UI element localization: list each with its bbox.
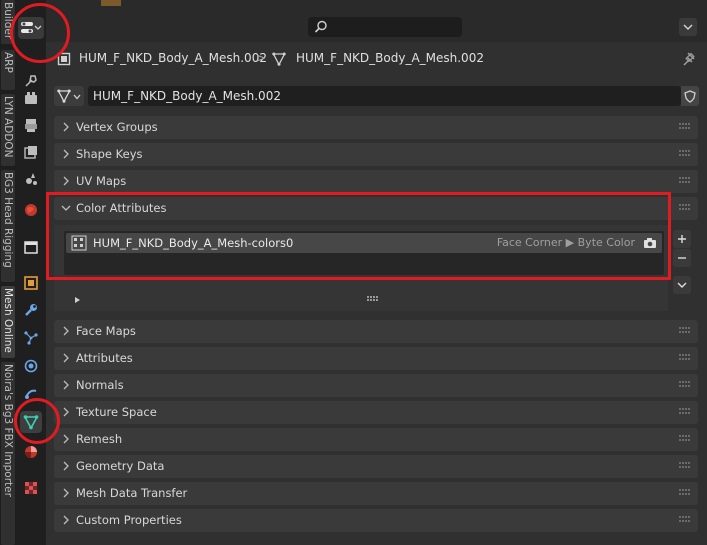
tab-arp[interactable]: ARP: [1, 50, 15, 90]
chevron-down-icon: [677, 282, 687, 288]
panel-shape-keys[interactable]: Shape Keys: [54, 143, 698, 166]
modifier-icon: [25, 304, 37, 316]
chevron-right-icon: [63, 326, 69, 336]
panel-uv-maps[interactable]: UV Maps: [54, 170, 698, 193]
search-field[interactable]: [308, 17, 462, 37]
material-tab[interactable]: [20, 441, 42, 463]
addon-tabs-strip: Builder ARP LYN ADDON BG3 Head Rigging M…: [0, 0, 16, 545]
object-icon: [24, 276, 38, 290]
options-dropdown-button[interactable]: [679, 18, 697, 36]
highlight-circle-annotation-data-tab: [14, 398, 60, 444]
chevron-down-icon: [73, 94, 81, 100]
highlight-rectangle-annotation: [46, 192, 671, 280]
panel-texture-space[interactable]: Texture Space: [54, 401, 698, 424]
chevron-right-icon: [63, 434, 69, 444]
chevron-down-icon: [683, 24, 693, 31]
panel-normals[interactable]: Normals: [54, 374, 698, 397]
drag-handle-icon[interactable]: [679, 462, 691, 470]
chevron-right-icon: [63, 515, 69, 525]
output-icon: [25, 119, 37, 132]
highlight-circle-annotation-editor-type: [10, 3, 70, 63]
texture-icon: [25, 482, 37, 494]
list-resize-handle-icon[interactable]: [367, 296, 379, 302]
panel-attributes[interactable]: Attributes: [54, 347, 698, 370]
drag-handle-icon[interactable]: [679, 177, 691, 185]
shield-icon: [684, 89, 696, 103]
world-icon: [25, 204, 37, 216]
texture-tab[interactable]: [20, 477, 42, 499]
collection-icon: [24, 241, 38, 254]
color-attribute-specials-menu[interactable]: [673, 276, 691, 294]
search-icon: [314, 20, 327, 33]
collection-tab[interactable]: [20, 236, 42, 258]
world-tab[interactable]: [20, 199, 42, 221]
chevron-right-icon: [63, 407, 69, 417]
physics-tab[interactable]: [20, 355, 42, 377]
panel-custom-properties[interactable]: Custom Properties: [54, 509, 698, 532]
material-icon: [25, 446, 37, 458]
fake-user-button[interactable]: [681, 86, 699, 106]
mesh-name-field[interactable]: HUM_F_NKD_Body_A_Mesh.002: [88, 86, 681, 106]
outliner-fragment: [101, 0, 121, 6]
modifier-tab[interactable]: [20, 299, 42, 321]
properties-header: [46, 0, 707, 42]
tab-mesh-online[interactable]: Mesh Online: [1, 286, 15, 358]
physics-icon: [24, 359, 38, 373]
view-layer-icon: [24, 146, 37, 159]
chevron-right-icon: [63, 353, 69, 363]
panel-face-maps[interactable]: Face Maps: [54, 320, 698, 343]
properties-tab-bar: [16, 0, 46, 545]
drag-handle-icon[interactable]: [679, 354, 691, 362]
minus-icon: [678, 257, 686, 259]
scene-tab[interactable]: [20, 168, 42, 190]
panel-geometry-data[interactable]: Geometry Data: [54, 455, 698, 478]
mesh-breadcrumb-icon: [272, 52, 286, 66]
chevron-right-icon: [63, 176, 69, 186]
add-color-attribute-button[interactable]: [673, 230, 691, 248]
drag-handle-icon[interactable]: [679, 327, 691, 335]
drag-handle-icon[interactable]: [679, 408, 691, 416]
drag-handle-icon[interactable]: [679, 381, 691, 389]
breadcrumb-object-name: HUM_F_NKD_Body_A_Mesh.002: [79, 51, 267, 65]
render-tab[interactable]: [20, 87, 42, 109]
tab-lyn-addon[interactable]: LYN ADDON: [1, 94, 15, 166]
drag-handle-icon[interactable]: [679, 204, 691, 212]
mesh-data-icon: [57, 89, 71, 103]
scene-icon: [26, 173, 37, 185]
particles-icon: [24, 331, 38, 345]
breadcrumb-mesh-name: HUM_F_NKD_Body_A_Mesh.002: [296, 51, 484, 65]
object-tab[interactable]: [20, 272, 42, 294]
mesh-datablock-row: HUM_F_NKD_Body_A_Mesh.002: [54, 85, 699, 107]
particles-tab[interactable]: [20, 327, 42, 349]
drag-handle-icon[interactable]: [679, 435, 691, 443]
view-layer-tab[interactable]: [20, 141, 42, 163]
chevron-right-icon: [63, 380, 69, 390]
render-icon: [25, 92, 37, 104]
panel-remesh[interactable]: Remesh: [54, 428, 698, 451]
chevron-right-icon: [63, 488, 69, 498]
drag-handle-icon[interactable]: [679, 123, 691, 131]
drag-handle-icon[interactable]: [679, 516, 691, 524]
panel-mesh-data-transfer[interactable]: Mesh Data Transfer: [54, 482, 698, 505]
drag-handle-icon[interactable]: [679, 150, 691, 158]
mesh-browse-button[interactable]: [54, 86, 84, 106]
tab-noiras-bg3-fbx-importer[interactable]: Noira's Bg3 FBX Importer: [1, 362, 15, 545]
chevron-right-icon: [63, 149, 69, 159]
breadcrumb-separator: >: [256, 51, 267, 65]
chevron-right-icon: [63, 461, 69, 471]
plus-icon: [678, 235, 686, 243]
tab-bg3-head-rigging[interactable]: BG3 Head Rigging: [1, 170, 15, 282]
chevron-right-icon: [63, 122, 69, 132]
output-tab[interactable]: [20, 114, 42, 136]
pin-icon[interactable]: [682, 51, 698, 67]
panel-vertex-groups[interactable]: Vertex Groups: [54, 116, 698, 139]
list-options-triangle-icon[interactable]: [74, 296, 82, 304]
remove-color-attribute-button[interactable]: [673, 249, 691, 267]
drag-handle-icon[interactable]: [679, 489, 691, 497]
